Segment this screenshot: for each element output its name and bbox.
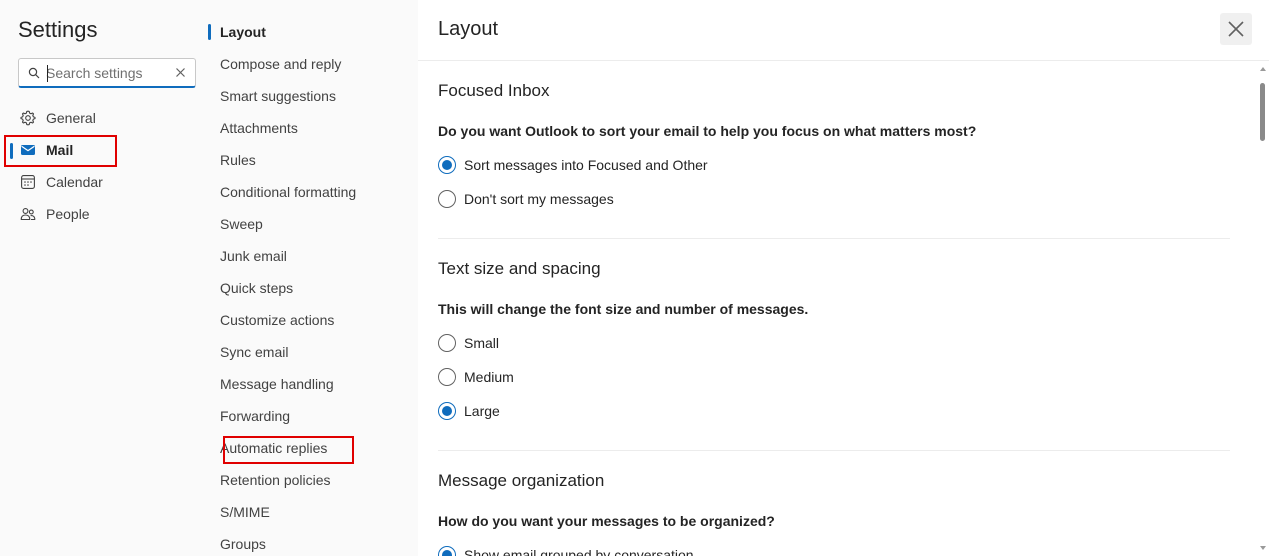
scroll-down-arrow-icon[interactable] <box>1260 546 1266 550</box>
close-button[interactable] <box>1220 13 1252 45</box>
radio-label: Don't sort my messages <box>464 191 614 207</box>
settings-nav-pane: Settings General M <box>0 0 208 556</box>
nav-item-mail[interactable]: Mail <box>8 135 208 165</box>
section-divider <box>438 450 1230 451</box>
radio-circle <box>438 402 456 420</box>
menu-item-compose-and-reply[interactable]: Compose and reply <box>218 52 343 76</box>
radio-large[interactable]: Large <box>438 400 500 422</box>
radio-sort-focused-other[interactable]: Sort messages into Focused and Other <box>438 154 708 176</box>
nav-item-label: People <box>46 206 90 222</box>
nav-item-people[interactable]: People <box>8 199 208 229</box>
radio-circle <box>438 334 456 352</box>
people-icon <box>20 208 36 221</box>
search-input[interactable] <box>46 63 171 83</box>
radio-circle <box>438 156 456 174</box>
radio-label: Large <box>464 403 500 419</box>
panel-header: Layout <box>418 0 1269 61</box>
menu-item-layout[interactable]: Layout <box>208 20 268 44</box>
menu-item-message-handling[interactable]: Message handling <box>218 372 336 396</box>
radio-medium[interactable]: Medium <box>438 366 514 388</box>
scroll-thumb[interactable] <box>1260 83 1265 141</box>
menu-item-retention-policies[interactable]: Retention policies <box>218 468 333 492</box>
menu-item-junk-email[interactable]: Junk email <box>218 244 289 268</box>
search-settings-box[interactable] <box>18 58 196 88</box>
radio-label: Sort messages into Focused and Other <box>464 157 708 173</box>
radio-circle <box>438 368 456 386</box>
radio-label: Small <box>464 335 500 351</box>
radio-small[interactable]: Small <box>438 332 499 354</box>
mail-settings-menu: Layout Compose and reply Smart suggestio… <box>208 0 418 556</box>
message-organization-question: How do you want your messages to be orga… <box>438 513 775 529</box>
nav-item-label: Calendar <box>46 174 103 190</box>
nav-item-general[interactable]: General <box>8 103 208 133</box>
menu-item-conditional-formatting[interactable]: Conditional formatting <box>218 180 358 204</box>
panel-scrollbar[interactable] <box>1256 61 1269 556</box>
nav-item-label: Mail <box>46 142 74 158</box>
menu-item-smime[interactable]: S/MIME <box>218 500 272 524</box>
section-divider <box>438 238 1230 239</box>
focused-inbox-question: Do you want Outlook to sort your email t… <box>438 123 977 139</box>
settings-dialog: Settings General M <box>0 0 1269 556</box>
radio-circle <box>438 190 456 208</box>
menu-item-sync-email[interactable]: Sync email <box>218 340 290 364</box>
gear-icon <box>20 110 36 126</box>
clear-icon[interactable] <box>175 67 186 78</box>
text-caret <box>47 65 48 82</box>
menu-item-customize-actions[interactable]: Customize actions <box>218 308 336 332</box>
layout-settings-panel: Layout Focused Inbox Do you want Outlook… <box>418 0 1269 556</box>
nav-item-calendar[interactable]: Calendar <box>8 167 208 197</box>
radio-group-by-conversation[interactable]: Show email grouped by conversation <box>438 544 694 556</box>
text-size-question: This will change the font size and numbe… <box>438 301 809 317</box>
radio-dont-sort[interactable]: Don't sort my messages <box>438 188 614 210</box>
radio-circle <box>438 546 456 556</box>
menu-item-forwarding[interactable]: Forwarding <box>218 404 292 428</box>
menu-item-sweep[interactable]: Sweep <box>218 212 265 236</box>
section-title-focused-inbox: Focused Inbox <box>438 81 550 100</box>
calendar-icon <box>21 175 35 189</box>
nav-item-label: General <box>46 110 96 126</box>
menu-item-groups[interactable]: Groups <box>218 532 268 556</box>
section-title-text-size: Text size and spacing <box>438 259 601 278</box>
radio-label: Show email grouped by conversation <box>464 547 694 556</box>
menu-item-smart-suggestions[interactable]: Smart suggestions <box>218 84 338 108</box>
mail-icon <box>21 145 35 155</box>
menu-item-rules[interactable]: Rules <box>218 148 258 172</box>
panel-body: Focused Inbox Do you want Outlook to sor… <box>418 61 1256 556</box>
menu-item-quick-steps[interactable]: Quick steps <box>218 276 295 300</box>
menu-item-automatic-replies[interactable]: Automatic replies <box>218 436 329 460</box>
scroll-up-arrow-icon[interactable] <box>1260 67 1266 71</box>
search-icon <box>28 67 40 79</box>
menu-item-attachments[interactable]: Attachments <box>218 116 300 140</box>
settings-title: Settings <box>18 17 98 42</box>
radio-label: Medium <box>464 369 514 385</box>
section-title-message-organization: Message organization <box>438 471 605 490</box>
panel-title: Layout <box>438 18 499 40</box>
close-icon <box>1228 21 1244 37</box>
